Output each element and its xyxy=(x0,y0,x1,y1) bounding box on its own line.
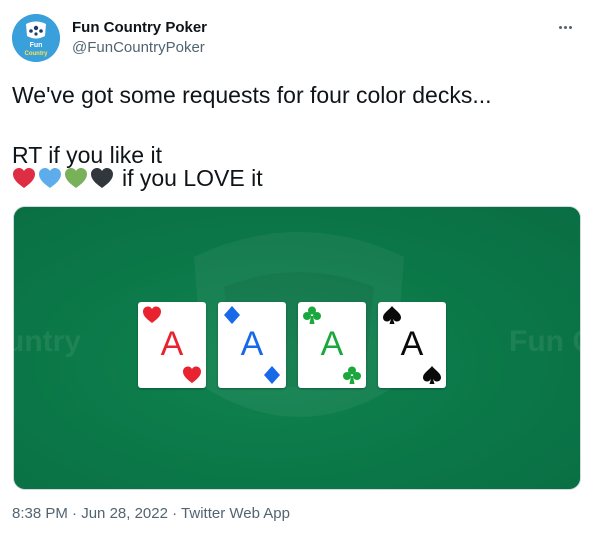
card-ace-clubs: A xyxy=(298,302,366,388)
heart-suit-icon xyxy=(143,306,161,323)
heart-suit-icon xyxy=(183,366,201,383)
author-display-name[interactable]: Fun Country Poker xyxy=(72,18,207,38)
black-heart-icon xyxy=(91,168,113,188)
card-rank: A xyxy=(160,325,184,363)
fun-country-logo-icon: Fun Country xyxy=(12,14,60,62)
tweet-text: We've got some requests for four color d… xyxy=(12,82,492,168)
red-heart-icon xyxy=(13,168,35,188)
avatar-text-line1: Fun xyxy=(30,42,43,49)
card-ace-spades: A xyxy=(378,302,446,388)
spade-suit-icon xyxy=(423,366,441,384)
ellipsis-icon xyxy=(558,16,573,36)
watermark-text-right: Fun C xyxy=(509,325,580,358)
card-rank: A xyxy=(320,325,344,363)
avatar-text-line2: Country xyxy=(25,51,49,57)
card-rank: A xyxy=(240,325,264,363)
tweet: Fun Country Fun Country Poker @FunCountr… xyxy=(0,0,594,536)
avatar[interactable]: Fun Country xyxy=(12,14,60,62)
author-block: Fun Country Poker @FunCountryPoker xyxy=(72,18,207,58)
more-options-button[interactable] xyxy=(550,16,580,40)
club-suit-icon xyxy=(303,306,321,324)
author-handle[interactable]: @FunCountryPoker xyxy=(72,38,207,58)
spade-suit-icon xyxy=(383,306,401,324)
tweet-time-link[interactable]: 8:38 PM xyxy=(12,505,68,522)
diamond-suit-icon xyxy=(264,366,280,384)
tweet-meta: 8:38 PM · Jun 28, 2022 · Twitter Web App xyxy=(12,504,290,524)
green-heart-icon xyxy=(65,168,87,188)
tweet-date-link[interactable]: Jun 28, 2022 xyxy=(81,505,168,522)
card-rank: A xyxy=(400,325,424,363)
tweet-source-link[interactable]: Twitter Web App xyxy=(181,505,290,522)
diamond-suit-icon xyxy=(224,306,240,324)
meta-separator: · xyxy=(72,505,78,522)
club-suit-icon xyxy=(343,366,361,384)
tweet-media-image[interactable]: untry Fun C A A xyxy=(13,206,581,490)
hearts-line: if you LOVE it xyxy=(12,163,263,193)
card-ace-diamonds: A xyxy=(218,302,286,388)
watermark-text-left: untry xyxy=(13,325,81,358)
card-ace-hearts: A xyxy=(138,302,206,388)
meta-separator: · xyxy=(172,505,178,522)
hearts-label: if you LOVE it xyxy=(122,164,263,191)
blue-heart-icon xyxy=(39,168,61,188)
